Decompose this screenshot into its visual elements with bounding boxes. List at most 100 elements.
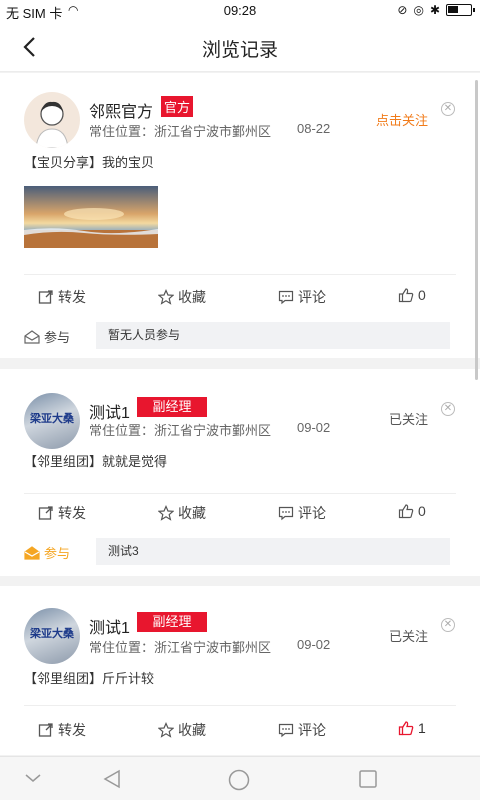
square-recents-icon: [359, 770, 377, 788]
share-icon: [38, 290, 53, 304]
post-actions: 转发 收藏 评论 1: [0, 717, 480, 741]
post-content[interactable]: 【邻里组团】斤斤计较: [24, 668, 154, 687]
avatar[interactable]: 梁亚大桑: [24, 608, 80, 664]
vibrate-icon: ⊘: [397, 3, 408, 17]
participants-list[interactable]: 测试3: [96, 538, 450, 565]
join-label: 参与: [24, 543, 70, 562]
comment-button[interactable]: 评论: [278, 720, 326, 740]
forward-button[interactable]: 转发: [38, 287, 86, 307]
post-date: 08-22: [297, 121, 331, 136]
participants-row: 参与 测试3: [24, 538, 456, 566]
collapse-button[interactable]: [24, 771, 42, 789]
role-badge: 副经理: [137, 397, 207, 417]
comment-label: 评论: [298, 289, 326, 305]
follow-button[interactable]: 点击关注: [376, 110, 428, 129]
favorite-button[interactable]: 收藏: [158, 287, 206, 307]
post-date: 09-02: [297, 637, 331, 652]
thumbs-up-icon: [398, 504, 414, 519]
forward-label: 转发: [58, 289, 86, 305]
thumbs-up-icon: [398, 721, 414, 736]
scrollbar[interactable]: [475, 80, 478, 380]
like-button[interactable]: 0: [398, 287, 426, 303]
participants-row: 参与 暂无人员参与: [24, 322, 456, 350]
forward-button[interactable]: 转发: [38, 720, 86, 740]
post-card: 梁亚大桑 测试1 副经理 常住位置：浙江省宁波市鄞州区 09-02 已关注 ✕ …: [0, 369, 480, 576]
follow-button[interactable]: 已关注: [389, 626, 428, 645]
favorite-label: 收藏: [178, 722, 206, 738]
forward-button[interactable]: 转发: [38, 503, 86, 523]
post-actions: 转发 收藏 评论 0: [0, 500, 480, 524]
post-image[interactable]: [24, 186, 158, 248]
default-avatar-icon: [35, 101, 69, 148]
share-icon: [38, 506, 53, 520]
post-actions: 转发 收藏 评论 0: [0, 284, 480, 308]
comment-label: 评论: [298, 505, 326, 521]
comment-button[interactable]: 评论: [278, 503, 326, 523]
star-icon: [158, 505, 174, 521]
avatar-text: 梁亚大桑: [30, 628, 74, 640]
participate-icon: [24, 545, 40, 560]
sunset-beach-image: [24, 186, 158, 248]
like-button[interactable]: 1: [398, 720, 426, 736]
history-list[interactable]: 邻熙官方 官方 常住位置：浙江省宁波市鄞州区 08-22 点击关注 ✕ 【宝贝分…: [0, 73, 480, 755]
forward-label: 转发: [58, 505, 86, 521]
join-label: 参与: [24, 327, 70, 346]
nav-bar: 浏览记录: [0, 22, 480, 72]
close-icon[interactable]: ✕: [441, 102, 455, 116]
like-count: 0: [418, 287, 426, 303]
favorite-button[interactable]: 收藏: [158, 503, 206, 523]
chevron-down-icon: [25, 774, 41, 782]
comment-button[interactable]: 评论: [278, 287, 326, 307]
bluetooth-icon: ✱: [429, 3, 440, 17]
system-nav-bar: [0, 756, 480, 800]
comment-icon: [278, 506, 294, 521]
status-icons: ⊘ ◎ ✱: [397, 3, 475, 17]
participate-icon: [24, 329, 40, 344]
join-label-text: 参与: [44, 546, 71, 561]
official-badge: 官方: [161, 96, 194, 117]
divider: [24, 493, 456, 494]
role-badge: 副经理: [137, 612, 207, 632]
alarm-icon: ◎: [413, 3, 424, 17]
location-text: 常住位置：浙江省宁波市鄞州区: [89, 640, 272, 655]
user-name[interactable]: 邻熙官方: [89, 98, 153, 122]
like-button[interactable]: 0: [398, 503, 426, 519]
thumbs-up-icon: [398, 288, 414, 303]
battery-icon: [446, 4, 475, 16]
status-bar: 无 SIM 卡 ◠ 09:28 ⊘ ◎ ✱: [0, 0, 480, 22]
comment-icon: [278, 290, 294, 305]
post-content[interactable]: 【宝贝分享】我的宝贝: [24, 152, 154, 171]
favorite-label: 收藏: [178, 289, 206, 305]
share-icon: [38, 723, 53, 737]
like-count: 0: [418, 503, 426, 519]
join-label-text: 参与: [44, 330, 71, 345]
divider: [24, 705, 456, 706]
page-title: 浏览记录: [201, 40, 278, 61]
avatar[interactable]: [24, 92, 80, 148]
divider: [24, 274, 456, 275]
comment-icon: [278, 723, 294, 738]
user-name[interactable]: 测试1: [89, 614, 130, 638]
follow-button[interactable]: 已关注: [389, 409, 428, 428]
nav-back-button[interactable]: [102, 769, 122, 794]
post-card: 梁亚大桑 测试1 副经理 常住位置：浙江省宁波市鄞州区 09-02 已关注 ✕ …: [0, 586, 480, 755]
close-icon[interactable]: ✕: [441, 402, 455, 416]
like-count: 1: [418, 720, 426, 736]
avatar[interactable]: 梁亚大桑: [24, 393, 80, 449]
nav-home-button[interactable]: [228, 769, 250, 796]
star-icon: [158, 722, 174, 738]
forward-label: 转发: [58, 722, 86, 738]
post-content[interactable]: 【邻里组团】就就是觉得: [24, 451, 167, 470]
post-card: 邻熙官方 官方 常住位置：浙江省宁波市鄞州区 08-22 点击关注 ✕ 【宝贝分…: [0, 73, 480, 358]
nav-recents-button[interactable]: [358, 769, 378, 794]
circle-home-icon: [228, 769, 250, 791]
avatar-text: 梁亚大桑: [30, 413, 74, 425]
post-date: 09-02: [297, 420, 331, 435]
location-text: 常住位置：浙江省宁波市鄞州区: [89, 124, 272, 139]
participants-list[interactable]: 暂无人员参与: [96, 322, 450, 349]
favorite-label: 收藏: [178, 505, 206, 521]
triangle-back-icon: [103, 769, 120, 789]
star-icon: [158, 289, 174, 305]
close-icon[interactable]: ✕: [441, 618, 455, 632]
favorite-button[interactable]: 收藏: [158, 720, 206, 740]
